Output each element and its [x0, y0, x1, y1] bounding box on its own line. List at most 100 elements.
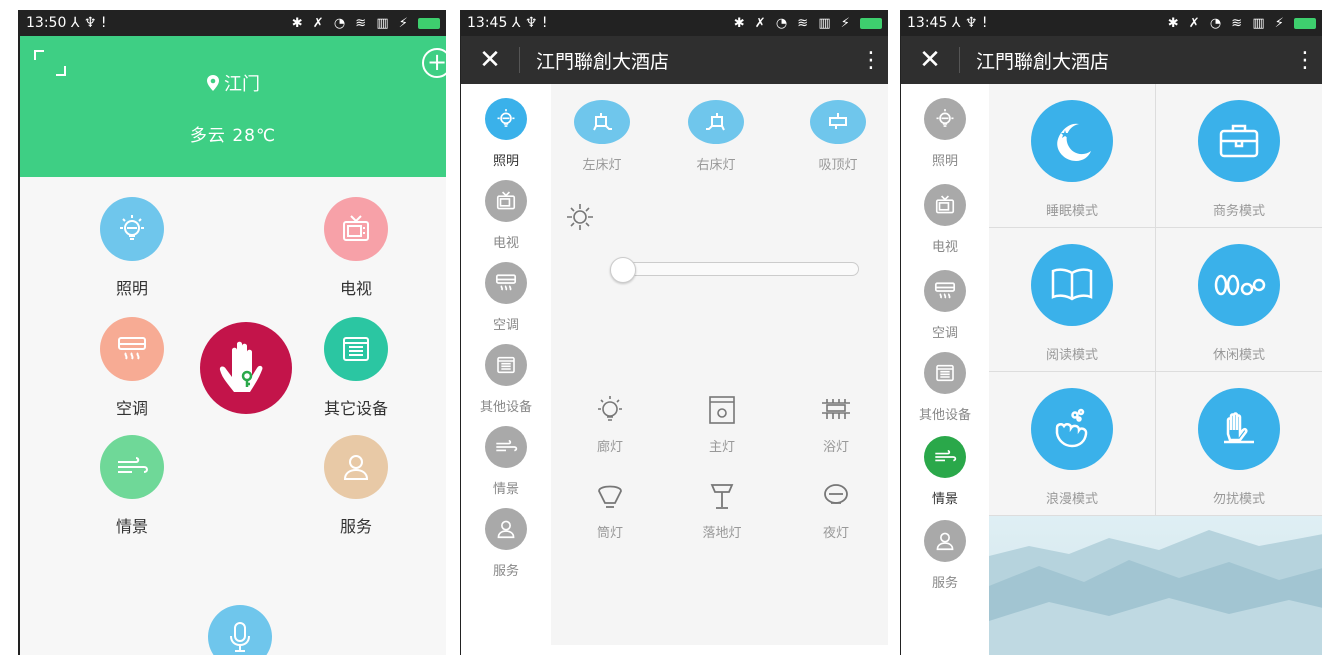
- status-time: 13:45: [907, 15, 948, 31]
- floor-lamp-icon: [667, 478, 777, 514]
- sidebar-item-ac[interactable]: 空调: [901, 270, 989, 341]
- brightness-icon: [565, 202, 595, 236]
- brightness-slider[interactable]: [610, 257, 859, 283]
- status-bar: 13:45 ⅄ ♆ ! ✱ ✗ ◔ ≋ ▥ ⚡: [461, 10, 888, 36]
- sidebar-label: 情景: [492, 482, 519, 497]
- mode-business[interactable]: 商务模式: [1156, 84, 1322, 228]
- status-right-icons: ✱ ✗ ◔ ≋ ▥ ⚡: [733, 15, 853, 31]
- tile-ac[interactable]: 空调: [72, 317, 192, 419]
- lamp-bath[interactable]: 浴灯: [781, 392, 888, 455]
- sidebar-item-other[interactable]: 其他设备: [901, 352, 989, 423]
- location-pin-icon: [207, 75, 219, 91]
- mode-sleep[interactable]: 睡眠模式: [989, 84, 1156, 228]
- battery-icon: [418, 17, 440, 29]
- mode-reading[interactable]: 阅读模式: [989, 228, 1156, 372]
- lamp-icon: [688, 100, 744, 144]
- sidebar-item-other[interactable]: 其他设备: [461, 344, 551, 415]
- scene-mode-screen: 13:45 ⅄ ♆ ! ✱ ✗ ◔ ≋ ▥ ⚡ ✕ 江門聯創大酒店 ⋮ 照明 电…: [900, 10, 1322, 655]
- tile-other-devices[interactable]: 其它设备: [296, 317, 416, 419]
- mode-label: 阅读模式: [1045, 348, 1098, 363]
- lamp-floor[interactable]: 落地灯: [667, 478, 777, 541]
- slider-knob[interactable]: [610, 257, 636, 283]
- lamp-label: 筒灯: [596, 526, 623, 541]
- lamp-downlight[interactable]: 筒灯: [555, 478, 665, 541]
- lighting-panel: 左床灯 右床灯 吸顶灯 廊灯 主灯 浴灯 筒灯 落地灯 夜灯: [551, 84, 888, 645]
- lamp-icon: [574, 100, 630, 144]
- book-icon: [1031, 244, 1113, 326]
- bulb-icon: [924, 98, 966, 140]
- more-icon[interactable]: ⋮: [860, 48, 882, 73]
- status-left-icons: ⅄ ♆ !: [951, 15, 988, 31]
- city-name: 江门: [224, 74, 260, 95]
- sidebar-label: 空调: [931, 326, 958, 341]
- lamp-right-bed[interactable]: 右床灯: [661, 100, 771, 173]
- romance-icon: [1031, 388, 1113, 470]
- sidebar-item-service[interactable]: 服务: [461, 508, 551, 579]
- sidebar-item-scene[interactable]: 情景: [461, 426, 551, 497]
- tile-scene-label: 情景: [115, 517, 148, 536]
- mode-romance[interactable]: 浪漫模式: [989, 372, 1156, 516]
- mode-do-not-disturb[interactable]: 勿扰模式: [1156, 372, 1322, 516]
- lamp-label: 吸顶灯: [818, 158, 858, 173]
- status-left-icons: ⅄ ♆ !: [70, 15, 107, 31]
- sidebar-label: 其他设备: [479, 400, 532, 415]
- sidebar-item-service[interactable]: 服务: [901, 520, 989, 591]
- mode-label: 休闲模式: [1212, 348, 1265, 363]
- sidebar-label: 电视: [931, 240, 958, 255]
- sidebar-item-tv[interactable]: 电视: [901, 184, 989, 255]
- bulb-icon: [555, 392, 665, 428]
- tile-tv[interactable]: 电视: [296, 197, 416, 299]
- lamp-night[interactable]: 夜灯: [781, 478, 888, 541]
- briefcase-icon: [1198, 100, 1280, 182]
- wind-icon: [100, 435, 164, 499]
- ac-icon: [485, 262, 527, 304]
- tv-icon: [485, 180, 527, 222]
- device-panel-icon: [485, 344, 527, 386]
- slippers-glasses-icon: [1198, 244, 1280, 326]
- hotel-title: 江門聯創大酒店: [536, 50, 670, 73]
- sidebar-item-tv[interactable]: 电视: [461, 180, 551, 251]
- mode-leisure[interactable]: 休闲模式: [1156, 228, 1322, 372]
- city-label[interactable]: 江门: [20, 70, 446, 96]
- sidebar-item-scene[interactable]: 情景: [901, 436, 989, 507]
- category-sidebar: 照明 电视 空调 其他设备 情景 服务: [901, 84, 989, 655]
- category-sidebar: 照明 电视 空调 其他设备 情景 服务: [461, 84, 551, 655]
- wind-icon: [924, 436, 966, 478]
- tile-service-label: 服务: [339, 517, 372, 536]
- title-divider: [519, 47, 520, 73]
- lamp-main[interactable]: 主灯: [667, 392, 777, 455]
- mode-label: 浪漫模式: [1045, 492, 1098, 507]
- bulb-icon: [100, 197, 164, 261]
- tile-scene[interactable]: 情景: [72, 435, 192, 537]
- close-icon[interactable]: ✕: [461, 45, 519, 75]
- mode-label: 勿扰模式: [1212, 492, 1265, 507]
- sidebar-label: 服务: [492, 564, 519, 579]
- status-bar: 13:45 ⅄ ♆ ! ✱ ✗ ◔ ≋ ▥ ⚡: [901, 10, 1322, 36]
- ceiling-lamp-icon: [810, 100, 866, 144]
- more-icon[interactable]: ⋮: [1294, 48, 1316, 73]
- lamp-corridor[interactable]: 廊灯: [555, 392, 665, 455]
- hand-key-icon: [219, 341, 263, 392]
- sidebar-label: 照明: [931, 154, 958, 169]
- lamp-left-bed[interactable]: 左床灯: [547, 100, 657, 173]
- moon-stars-icon: [1031, 100, 1113, 182]
- scene-mode-grid: 睡眠模式 商务模式 阅读模式 休闲模式 浪漫模式 勿扰模式: [989, 84, 1322, 655]
- lamp-ceiling[interactable]: 吸顶灯: [783, 100, 888, 173]
- status-right-icons: ✱ ✗ ◔ ≋ ▥ ⚡: [1167, 15, 1287, 31]
- sidebar-item-lighting[interactable]: 照明: [901, 98, 989, 169]
- tile-service[interactable]: 服务: [296, 435, 416, 537]
- lamp-label: 浴灯: [822, 440, 849, 455]
- close-icon[interactable]: ✕: [901, 45, 959, 75]
- stop-hand-icon: [1198, 388, 1280, 470]
- sidebar-label: 其他设备: [918, 408, 971, 423]
- sidebar-item-ac[interactable]: 空调: [461, 262, 551, 333]
- ac-icon: [100, 317, 164, 381]
- sidebar-label: 照明: [492, 154, 519, 169]
- sidebar-item-lighting[interactable]: 照明: [461, 98, 551, 169]
- tile-lighting[interactable]: 照明: [72, 197, 192, 299]
- home-screen: 13:50 ⅄ ♆ ! ✱ ✗ ◔ ≋ ▥ ⚡ + 江门 多云 28℃ 照明 电…: [18, 10, 446, 655]
- wind-icon: [485, 426, 527, 468]
- microphone-icon[interactable]: [208, 605, 272, 655]
- lamp-label: 右床灯: [696, 158, 736, 173]
- hand-key-logo[interactable]: [200, 322, 292, 414]
